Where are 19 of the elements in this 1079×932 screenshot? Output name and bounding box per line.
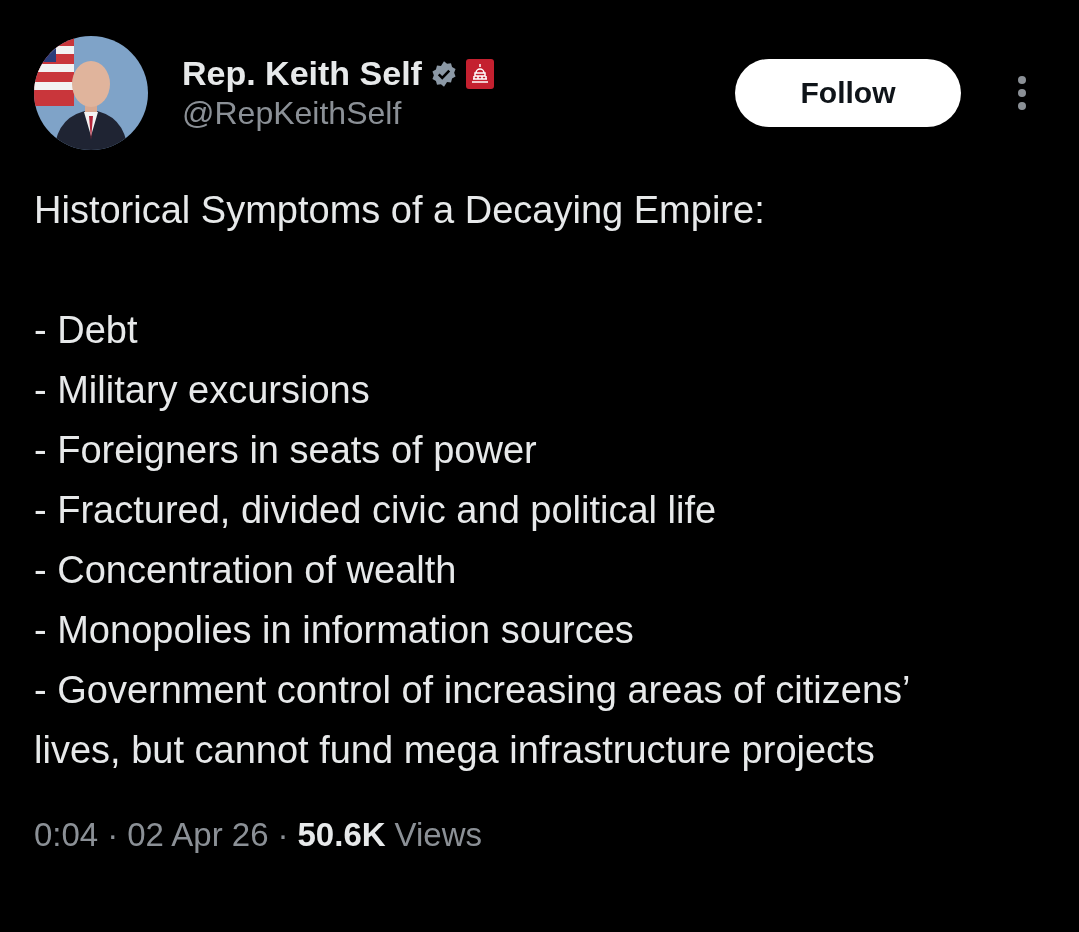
post-list-item: - Monopolies in information sources [34, 608, 635, 653]
post-list-item: - Debt [34, 308, 139, 353]
author-name[interactable]: Rep. Keith Self [182, 54, 422, 93]
follow-button[interactable]: Follow [735, 59, 961, 127]
post-date[interactable]: 02 Apr 26 [127, 816, 269, 854]
separator-dot: · [277, 816, 289, 854]
capitol-badge-icon [465, 58, 494, 89]
post-time[interactable]: 0:04 [34, 816, 99, 854]
author-handle[interactable]: @RepKeithSelf [182, 95, 701, 132]
views-count: 50.6K [297, 816, 386, 854]
post-list-item: - Foreigners in seats of power [34, 428, 538, 473]
post-list-item: - Fractured, divided civic and political life [34, 488, 718, 533]
more-options-icon[interactable] [1017, 75, 1027, 111]
post-list-item: - Military excursions [34, 368, 371, 413]
separator-dot: · [107, 816, 119, 854]
post-heading: Historical Symptoms of a Decaying Empire: [34, 188, 766, 233]
views-label: Views [394, 816, 482, 854]
post-list-item: - Government control of increasing areas of citizens’ lives, but cannot fund mega infrastructure projects [34, 668, 911, 773]
post-list-item: - Concentration of wealth [34, 548, 458, 593]
